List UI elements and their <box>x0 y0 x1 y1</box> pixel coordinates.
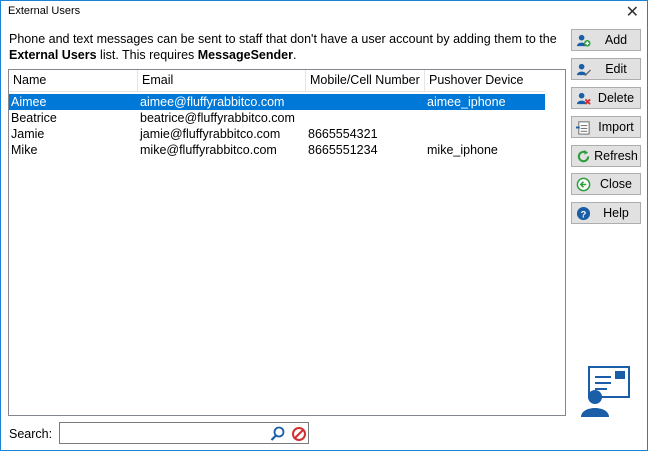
contact-card-icon <box>581 366 630 417</box>
search-box <box>59 422 309 444</box>
cell-email: jamie@fluffyrabbitco.com <box>140 127 281 141</box>
cell-pushover: mike_iphone <box>427 143 498 157</box>
table-row[interactable]: Mike mike@fluffyrabbitco.com 8665551234 … <box>9 142 545 158</box>
column-header-name[interactable]: Name <box>9 70 138 91</box>
cell-mobile: 8665551234 <box>308 143 378 157</box>
refresh-icon <box>577 149 590 163</box>
cell-email: beatrice@fluffyrabbitco.com <box>140 111 295 125</box>
back-arrow-icon <box>576 177 591 192</box>
table-row[interactable]: Aimee aimee@fluffyrabbitco.com aimee_iph… <box>9 94 545 110</box>
svg-text:?: ? <box>581 209 587 219</box>
edit-button[interactable]: Edit <box>571 58 641 80</box>
title-bar: External Users ✕ <box>1 1 647 23</box>
window-close-icon[interactable]: ✕ <box>626 2 639 22</box>
list-header: Name Email Mobile/Cell Number Pushover D… <box>9 70 545 92</box>
description-end: . <box>292 48 297 62</box>
cell-name: Mike <box>11 143 38 157</box>
clear-search-icon[interactable] <box>291 426 307 442</box>
cell-name: Aimee <box>11 95 47 109</box>
search-input[interactable] <box>62 424 266 444</box>
table-row[interactable]: Beatrice beatrice@fluffyrabbitco.com <box>9 110 545 126</box>
window-title: External Users <box>8 5 81 17</box>
search-label: Search: <box>9 427 53 441</box>
help-button[interactable]: ? Help <box>571 202 641 224</box>
cell-name: Jamie <box>11 127 45 141</box>
column-header-email[interactable]: Email <box>138 70 306 91</box>
cell-email: aimee@fluffyrabbitco.com <box>140 95 285 109</box>
help-button-label: Help <box>603 206 629 220</box>
add-button-label: Add <box>604 33 628 47</box>
import-button-label: Import <box>598 120 634 134</box>
add-user-icon <box>576 34 591 47</box>
cell-name: Beatrice <box>11 111 57 125</box>
column-header-mobile[interactable]: Mobile/Cell Number <box>306 70 425 91</box>
table-row[interactable]: Jamie jamie@fluffyrabbitco.com 866555432… <box>9 126 545 142</box>
help-icon: ? <box>576 206 591 221</box>
cell-email: mike@fluffyrabbitco.com <box>140 143 277 157</box>
description-bold-external-users: External Users <box>9 48 97 62</box>
column-header-pushover[interactable]: Pushover Device <box>425 70 545 91</box>
description-bold-messagesender: MessageSender <box>197 48 293 62</box>
description-text: Phone and text messages can be sent to s… <box>9 31 559 63</box>
add-button[interactable]: Add <box>571 29 641 51</box>
external-users-window: External Users ✕ Phone and text messages… <box>0 0 648 451</box>
close-button[interactable]: Close <box>571 173 641 195</box>
delete-button[interactable]: Delete <box>571 87 641 109</box>
header-scroll-gap <box>548 70 565 91</box>
description-mid: list. This requires <box>96 48 198 62</box>
dialog-content: Phone and text messages can be sent to s… <box>1 23 647 450</box>
import-button[interactable]: Import <box>571 116 641 138</box>
description-line1: Phone and text messages can be sent to s… <box>9 32 557 46</box>
delete-button-label: Delete <box>597 91 635 105</box>
close-button-label: Close <box>600 177 632 191</box>
cell-mobile: 8665554321 <box>308 127 378 141</box>
import-icon <box>576 121 590 135</box>
edit-button-label: Edit <box>605 62 627 76</box>
refresh-button[interactable]: Refresh <box>571 145 641 167</box>
refresh-button-label: Refresh <box>594 149 638 163</box>
edit-user-icon <box>576 63 591 77</box>
cell-pushover: aimee_iphone <box>427 95 506 109</box>
search-icon[interactable] <box>270 426 286 442</box>
delete-user-icon <box>576 92 591 105</box>
users-list[interactable]: Name Email Mobile/Cell Number Pushover D… <box>8 69 566 416</box>
